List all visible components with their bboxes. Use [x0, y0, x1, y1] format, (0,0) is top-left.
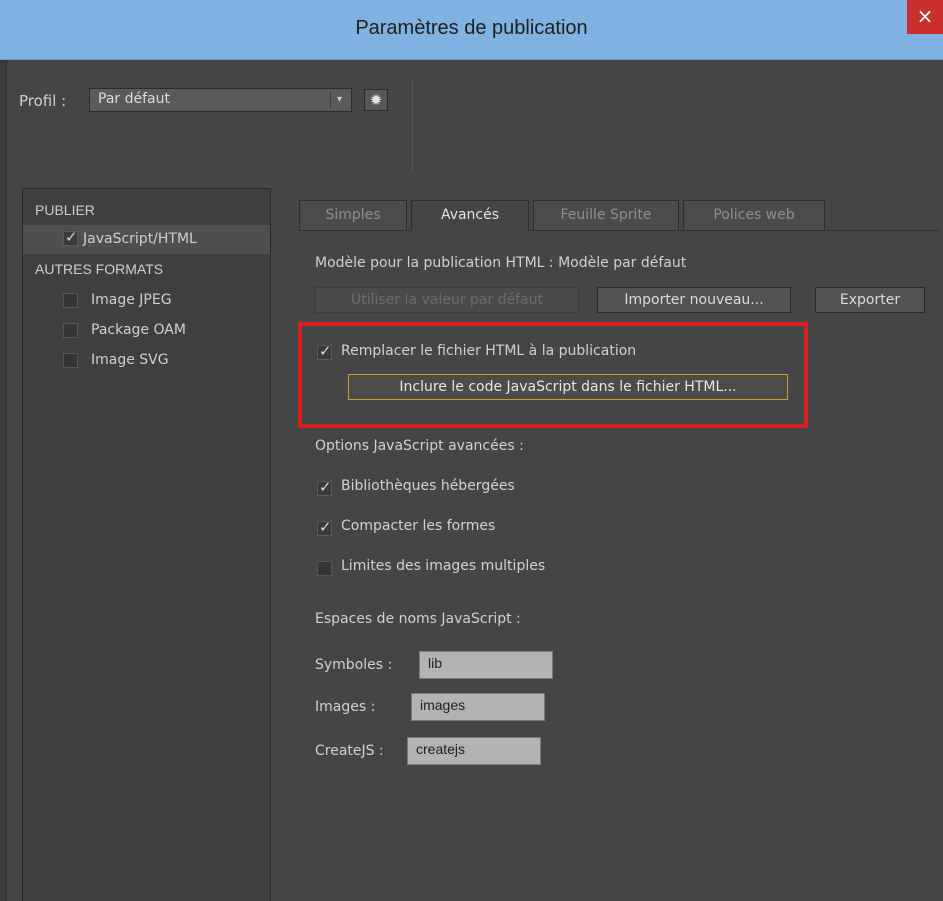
hosted-libraries-checkbox[interactable] [317, 478, 332, 496]
format-item-javascript-html[interactable]: JavaScript/HTML [23, 225, 270, 254]
package-oam-checkbox[interactable] [63, 323, 78, 338]
namespaces-header: Espaces de noms JavaScript : [315, 611, 521, 627]
symbols-label: Symboles : [315, 657, 393, 673]
symbols-namespace-field[interactable]: lib [419, 651, 553, 679]
tab-avances[interactable]: Avancés [411, 200, 529, 231]
format-item-label: JavaScript/HTML [83, 231, 197, 247]
format-item-label: Image JPEG [91, 292, 172, 308]
title-bar: Paramètres de publication × [0, 0, 943, 60]
createjs-namespace-field[interactable]: createjs [407, 737, 541, 765]
tab-feuille-sprite[interactable]: Feuille Sprite [533, 200, 679, 230]
tab-divider [299, 230, 939, 231]
image-jpeg-checkbox[interactable] [63, 293, 78, 308]
multiframe-bounds-checkbox[interactable] [317, 561, 332, 576]
javascript-html-checkbox[interactable] [63, 228, 78, 246]
divider [412, 80, 413, 172]
profile-selected-value: Par défaut [98, 91, 170, 107]
chevron-down-icon[interactable]: ▾ [330, 92, 348, 108]
window-title: Paramètres de publication [355, 17, 588, 39]
multiframe-bounds-label: Limites des images multiples [341, 558, 546, 574]
format-item-image-svg[interactable]: Image SVG [23, 346, 270, 375]
format-item-image-jpeg[interactable]: Image JPEG [23, 286, 270, 315]
format-item-label: Image SVG [91, 352, 169, 368]
format-list-panel: PUBLIER JavaScript/HTML AUTRES FORMATS I… [22, 188, 271, 901]
compact-shapes-checkbox[interactable] [317, 518, 332, 536]
export-button[interactable]: Exporter [815, 287, 925, 313]
gear-icon[interactable]: ✹ [364, 89, 388, 111]
import-new-button[interactable]: Importer nouveau... [597, 287, 791, 313]
images-namespace-field[interactable]: images [411, 693, 545, 721]
js-options-header: Options JavaScript avancées : [315, 438, 524, 454]
overwrite-html-checkbox[interactable] [317, 342, 332, 360]
tab-simples[interactable]: Simples [299, 200, 407, 230]
publish-section-header: PUBLIER [35, 202, 95, 218]
images-label: Images : [315, 699, 376, 715]
profile-dropdown[interactable]: Par défaut ▾ [89, 88, 352, 112]
format-item-package-oam[interactable]: Package OAM [23, 316, 270, 345]
overwrite-html-label: Remplacer le fichier HTML à la publicati… [341, 343, 637, 359]
tab-polices-web[interactable]: Polices web [683, 200, 825, 230]
compact-shapes-label: Compacter les formes [341, 518, 496, 534]
profile-label: Profil : [19, 92, 67, 110]
publish-settings-dialog: Profil : Par défaut ▾ ✹ PUBLIER JavaScri… [6, 60, 943, 901]
other-formats-section-header: AUTRES FORMATS [35, 261, 164, 277]
close-button[interactable]: × [907, 0, 943, 34]
hosted-libraries-label: Bibliothèques hébergées [341, 478, 515, 494]
format-item-label: Package OAM [91, 322, 186, 338]
image-svg-checkbox[interactable] [63, 353, 78, 368]
createjs-label: CreateJS : [315, 743, 384, 759]
include-js-button[interactable]: Inclure le code JavaScript dans le fichi… [348, 374, 788, 400]
template-label: Modèle pour la publication HTML : Modèle… [315, 255, 687, 271]
use-default-button[interactable]: Utiliser la valeur par défaut [315, 287, 579, 313]
